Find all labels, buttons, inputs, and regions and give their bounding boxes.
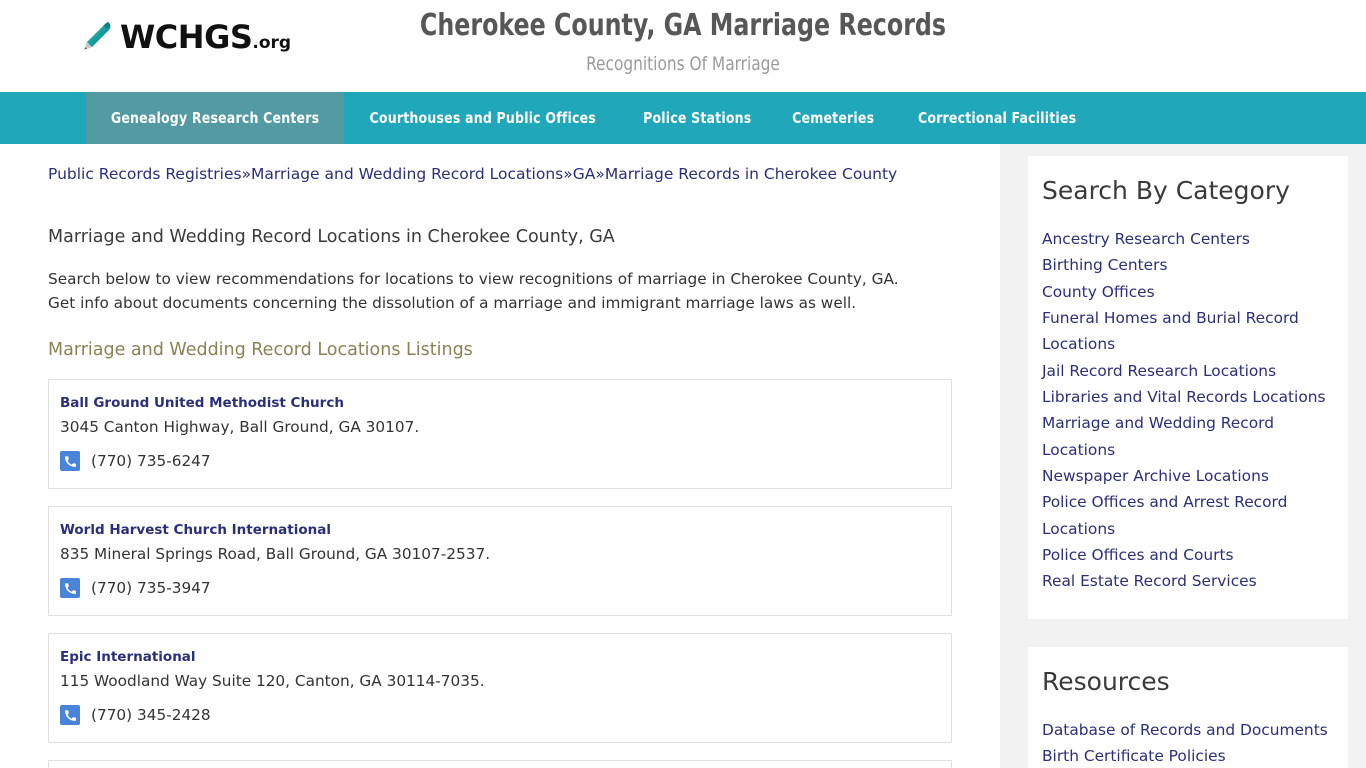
breadcrumb-item-3[interactable]: Marriage Records in Cherokee County (605, 165, 897, 183)
nav-item-genealogy-research-centers[interactable]: Genealogy Research Centers (86, 92, 345, 144)
main-content: Public Records Registries»Marriage and W… (0, 144, 1000, 768)
widget-title: Resources (1042, 666, 1170, 696)
resource-link-birth-certificate-policies[interactable]: Birth Certificate Policies (1042, 743, 1334, 768)
nav-item-courthouses-and-public-offices[interactable]: Courthouses and Public Offices (344, 92, 621, 144)
page-body: Public Records Registries»Marriage and W… (0, 144, 1366, 768)
resources-link-list: Database of Records and Documents Birth … (1042, 717, 1334, 768)
category-link-real-estate-record-services[interactable]: Real Estate Record Services (1042, 568, 1334, 594)
resource-link-database-of-records-and-documents[interactable]: Database of Records and Documents (1042, 717, 1334, 743)
page-tagline: Recognitions Of Marriage (586, 53, 780, 76)
phone-icon (60, 451, 80, 472)
listing-address: 3045 Canton Highway, Ball Ground, GA 301… (60, 418, 420, 437)
widget-resources: Resources Database of Records and Docume… (1028, 646, 1348, 768)
breadcrumb-separator: » (595, 165, 605, 183)
listing-card: Epic International 115 Woodland Way Suit… (48, 633, 952, 744)
site-header: WCHGS.org Cherokee County, GA Marriage R… (0, 0, 1366, 92)
category-link-libraries-and-vital-records-locations[interactable]: Libraries and Vital Records Locations (1042, 384, 1334, 410)
nav-label: Correctional Facilities (917, 109, 1076, 127)
content-intro: Search below to view recommendations for… (48, 269, 899, 313)
listing-card: Allpoints Community Church 6488 Hickory … (48, 760, 952, 768)
listing-phone-row: (770) 345-2428 (60, 705, 935, 726)
breadcrumb-item-2[interactable]: GA (573, 165, 596, 183)
nav-label: Courthouses and Public Offices (369, 109, 597, 127)
listing-phone: (770) 735-6247 (91, 451, 211, 470)
nav-item-correctional-facilities[interactable]: Correctional Facilities (895, 92, 1099, 144)
nav-label: Genealogy Research Centers (110, 109, 320, 127)
sidebar: Search By Category Ancestry Research Cen… (1000, 144, 1366, 768)
breadcrumb: Public Records Registries»Marriage and W… (48, 164, 952, 184)
phone-icon (60, 705, 80, 726)
category-link-police-offices-and-courts[interactable]: Police Offices and Courts (1042, 542, 1334, 568)
listing-address: 835 Mineral Springs Road, Ball Ground, G… (60, 545, 491, 564)
listing-name-link[interactable]: Epic International (60, 648, 935, 666)
listing-name-link[interactable]: Ball Ground United Methodist Church (60, 394, 935, 412)
main-navigation: Genealogy Research Centers Courthouses a… (0, 92, 1366, 144)
listing-phone: (770) 735-3947 (91, 578, 211, 597)
header-titles: Cherokee County, GA Marriage Records Rec… (0, 0, 1366, 76)
breadcrumb-separator: » (241, 165, 252, 183)
listing-phone-row: (770) 735-3947 (60, 578, 935, 599)
listings-heading: Marriage and Wedding Record Locations Li… (48, 340, 473, 361)
category-link-birthing-centers[interactable]: Birthing Centers (1042, 252, 1334, 278)
listing-phone-row: (770) 735-6247 (60, 451, 935, 472)
category-link-newspaper-archive-locations[interactable]: Newspaper Archive Locations (1042, 463, 1334, 489)
category-link-funeral-homes-and-burial-record-locations[interactable]: Funeral Homes and Burial Record Location… (1042, 305, 1334, 358)
category-link-police-offices-and-arrest-record-locations[interactable]: Police Offices and Arrest Record Locatio… (1042, 489, 1334, 542)
widget-title: Search By Category (1042, 176, 1290, 205)
nav-label: Cemeteries (792, 109, 875, 127)
breadcrumb-separator: » (563, 165, 573, 183)
widget-search-by-category: Search By Category Ancestry Research Cen… (1028, 156, 1348, 619)
breadcrumb-item-1[interactable]: Marriage and Wedding Record Locations (251, 165, 563, 183)
listing-address: 115 Woodland Way Suite 120, Canton, GA 3… (60, 672, 485, 691)
listing-card: World Harvest Church International 835 M… (48, 505, 952, 617)
breadcrumb-item-0[interactable]: Public Records Registries (48, 165, 242, 183)
page-title: Cherokee County, GA Marriage Records (419, 8, 947, 43)
category-link-jail-record-research-locations[interactable]: Jail Record Research Locations (1042, 358, 1334, 384)
nav-item-cemeteries[interactable]: Cemeteries (772, 92, 894, 144)
category-link-ancestry-research-centers[interactable]: Ancestry Research Centers (1042, 226, 1334, 252)
phone-icon (60, 578, 80, 599)
content-heading: Marriage and Wedding Record Locations in… (48, 227, 615, 248)
listing-card: Ball Ground United Methodist Church 3045… (48, 378, 952, 489)
nav-item-police-stations[interactable]: Police Stations (622, 92, 773, 144)
listing-phone: (770) 345-2428 (91, 705, 211, 724)
category-link-list: Ancestry Research Centers Birthing Cente… (1042, 226, 1334, 595)
listing-name-link[interactable]: World Harvest Church International (60, 521, 935, 539)
category-link-county-offices[interactable]: County Offices (1042, 279, 1334, 305)
category-link-marriage-and-wedding-record-locations[interactable]: Marriage and Wedding Record Locations (1042, 410, 1334, 463)
nav-label: Police Stations (642, 109, 752, 127)
